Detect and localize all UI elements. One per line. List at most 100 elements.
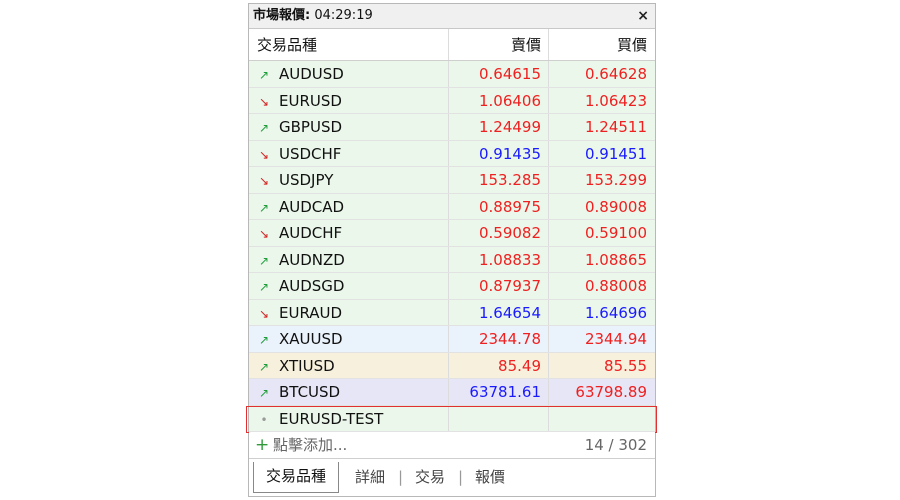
bid-price: 1.24499 [449, 114, 549, 140]
dot-icon: • [260, 412, 268, 427]
bottom-tabs: 交易品種 詳細 | 交易 | 報價 [249, 460, 655, 494]
arrow-down-icon: ↘ [258, 227, 270, 241]
symbol-cell: ↗ AUDSGD [249, 273, 449, 299]
tab-details[interactable]: 詳細 [355, 460, 385, 494]
quotes-table: 交易品種 賣價 買價 ↗ AUDUSD 0.64615 0.64628 ↘ EURUSD 1… [246, 29, 657, 459]
ask-price: 85.55 [604, 356, 647, 375]
symbol-name: AUDUSD [279, 65, 344, 83]
symbol-name: XTIUSD [279, 356, 335, 375]
bid-price [449, 405, 549, 431]
bid-price: 153.285 [449, 167, 549, 193]
symbol-cell: • EURUSD-TEST [249, 405, 449, 431]
tab-separator: | [398, 468, 404, 486]
quote-row[interactable]: • EURUSD-TEST [246, 405, 657, 433]
ask-price: 153.299 [584, 171, 647, 189]
symbol-cell: ↗ AUDCAD [249, 193, 449, 219]
quote-row[interactable]: ↘ EURAUD 1.64654 1.64696 [249, 299, 655, 326]
symbol-name: EURUSD-TEST [279, 409, 384, 428]
ask-price: 1.06423 [584, 91, 647, 110]
column-header-bid[interactable]: 賣價 [449, 29, 549, 60]
ask-price: 1.08865 [584, 250, 647, 269]
symbol-name: XAUUSD [279, 330, 343, 348]
arrow-up-icon: ↗ [258, 200, 270, 215]
symbol-cell: ↗ AUDNZD [249, 246, 449, 272]
symbol-cell: ↗ AUDUSD [249, 61, 449, 87]
symbol-name: AUDSGD [279, 277, 345, 295]
quote-row[interactable]: ↘ USDJPY 153.285 153.299 [249, 167, 655, 194]
symbol-name: EURAUD [279, 303, 343, 322]
quote-row[interactable]: ↘ USDCHF 0.91435 0.91451 [249, 140, 655, 167]
window-title: 市場報價: 04:29:19 [253, 4, 373, 28]
symbol-count: 14 / 302 [584, 436, 647, 454]
ask-price: 0.64628 [584, 65, 647, 83]
bid-price: 63781.61 [449, 379, 549, 405]
symbol-name: AUDCHF [279, 224, 343, 242]
tab-symbols[interactable]: 交易品種 [253, 462, 340, 493]
arrow-up-icon: ↗ [258, 280, 270, 294]
bid-price: 2344.78 [449, 326, 549, 352]
ask-price: 63798.89 [575, 383, 647, 401]
ask-price: 2344.94 [584, 330, 647, 348]
plus-icon: + [255, 435, 270, 455]
ask-price: 0.91451 [584, 144, 647, 163]
bid-price: 0.59082 [449, 220, 549, 246]
arrow-up-icon: ↗ [258, 386, 270, 400]
quote-row[interactable]: ↗ AUDSGD 0.87937 0.88008 [249, 273, 655, 300]
symbol-cell: ↘ USDCHF [249, 140, 449, 166]
symbol-cell: ↗ XTIUSD [249, 352, 449, 378]
bid-price: 0.91435 [449, 140, 549, 166]
quote-row[interactable]: ↗ AUDCAD 0.88975 0.89008 [249, 193, 655, 220]
arrow-down-icon: ↘ [258, 147, 270, 162]
arrow-up-icon: ↗ [258, 359, 270, 374]
symbol-name: EURUSD [279, 91, 342, 110]
ask-price [549, 406, 655, 432]
symbol-cell: ↘ EURAUD [249, 299, 449, 325]
arrow-up-icon: ↗ [258, 121, 270, 135]
quote-row[interactable]: ↘ AUDCHF 0.59082 0.59100 [249, 220, 655, 247]
add-symbol-row[interactable]: + 點擊添加... 14 / 302 [249, 432, 655, 459]
symbol-cell: ↗ XAUUSD [249, 326, 449, 352]
bid-price: 1.08833 [449, 246, 549, 272]
arrow-down-icon: ↘ [258, 94, 270, 109]
bid-price: 0.64615 [449, 61, 549, 87]
server-time: 04:29:19 [314, 8, 373, 23]
quote-row[interactable]: ↗ XTIUSD 85.49 85.55 [249, 352, 655, 379]
symbol-name: USDCHF [279, 144, 342, 163]
symbol-name: BTCUSD [279, 383, 341, 401]
quote-row[interactable]: ↗ AUDUSD 0.64615 0.64628 [249, 61, 655, 88]
arrow-down-icon: ↘ [258, 306, 270, 321]
window-title-label: 市場報價: [253, 8, 311, 23]
quote-row[interactable]: ↗ XAUUSD 2344.78 2344.94 [249, 326, 655, 353]
ask-price: 1.24511 [584, 118, 647, 136]
symbol-cell: ↘ AUDCHF [249, 220, 449, 246]
bid-price: 0.87937 [449, 273, 549, 299]
ask-price: 0.89008 [584, 197, 647, 216]
table-header: 交易品種 賣價 買價 [249, 29, 655, 61]
symbol-name: AUDCAD [279, 197, 345, 216]
quote-row[interactable]: ↗ BTCUSD 63781.61 63798.89 [249, 379, 655, 406]
quote-row[interactable]: ↗ GBPUSD 1.24499 1.24511 [249, 114, 655, 141]
tab-trading[interactable]: 交易 [415, 460, 445, 494]
bid-price: 85.49 [449, 352, 549, 378]
column-header-symbol[interactable]: 交易品種 [249, 29, 449, 60]
ask-price: 0.59100 [584, 224, 647, 242]
column-header-ask[interactable]: 買價 [549, 29, 655, 60]
symbol-cell: ↗ GBPUSD [249, 114, 449, 140]
quote-row[interactable]: ↘ EURUSD 1.06406 1.06423 [249, 87, 655, 114]
arrow-up-icon: ↗ [258, 68, 270, 82]
symbol-cell: ↘ USDJPY [249, 167, 449, 193]
symbol-name: GBPUSD [279, 118, 343, 136]
tab-separator: | [458, 468, 464, 486]
tab-ticks[interactable]: 報價 [475, 460, 505, 494]
bid-price: 0.88975 [449, 193, 549, 219]
bid-price: 1.06406 [449, 87, 549, 113]
ask-price: 1.64696 [584, 303, 647, 322]
arrow-up-icon: ↗ [258, 253, 270, 268]
symbol-name: USDJPY [279, 171, 334, 189]
quote-row[interactable]: ↗ AUDNZD 1.08833 1.08865 [249, 246, 655, 273]
symbol-cell: ↘ EURUSD [249, 87, 449, 113]
close-icon[interactable]: × [637, 4, 649, 28]
title-bar: 市場報價: 04:29:19 × [249, 4, 655, 29]
symbol-name: AUDNZD [279, 250, 345, 269]
add-symbol-label[interactable]: 點擊添加... [273, 432, 347, 458]
